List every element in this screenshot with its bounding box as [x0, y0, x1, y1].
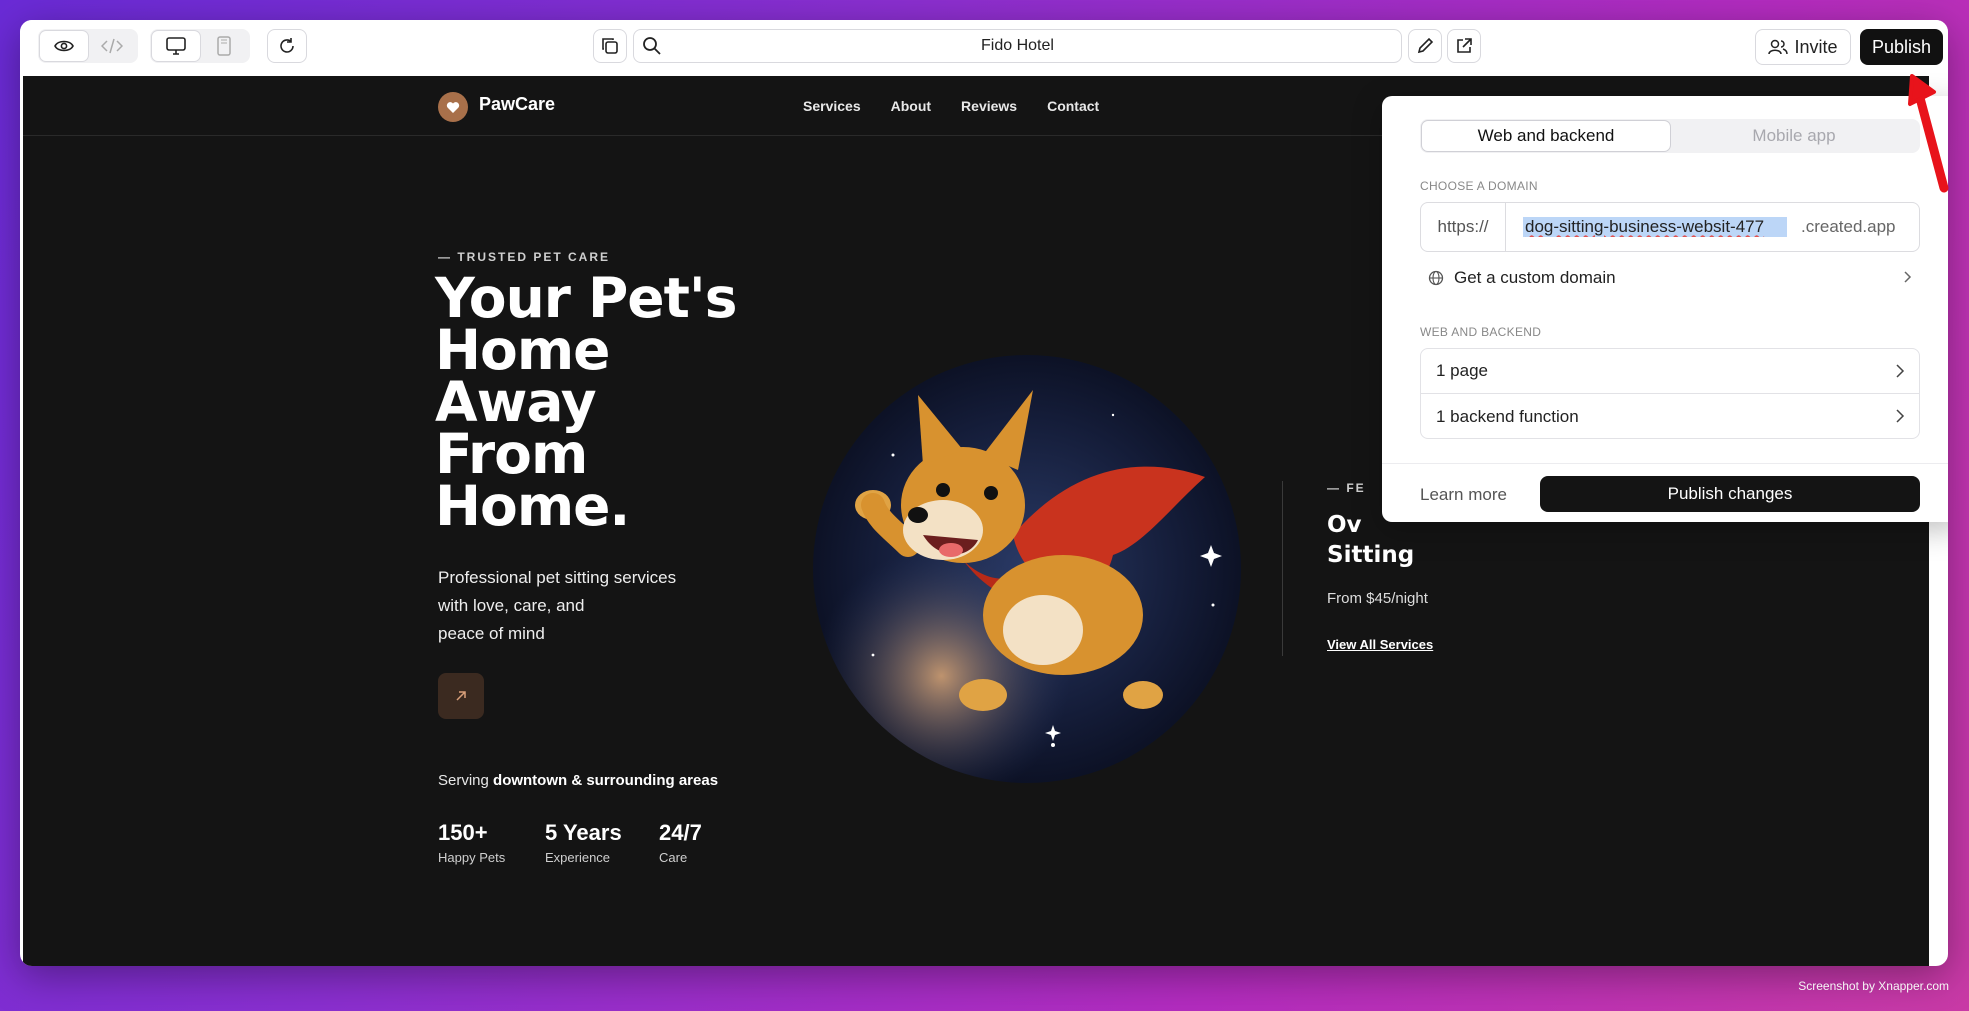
preview-button[interactable]: [40, 31, 88, 61]
heart-icon: [446, 101, 460, 113]
domain-suffix: .created.app: [1801, 217, 1896, 236]
nav-links: Services About Reviews Contact: [803, 98, 1099, 114]
stat-value: 5 Years: [545, 820, 622, 845]
domain-field[interactable]: https:// dog-sitting-business-websit-477…: [1420, 202, 1920, 252]
mobile-view-button[interactable]: [200, 31, 248, 61]
device-toggle: [150, 29, 250, 63]
custom-domain-label: Get a custom domain: [1454, 268, 1616, 287]
backend-section-label: WEB AND BACKEND: [1420, 325, 1542, 339]
stat-experience: 5 Years Experience: [545, 820, 622, 865]
domain-section-label: CHOOSE A DOMAIN: [1420, 179, 1538, 193]
stat-value: 24/7: [659, 820, 702, 845]
stat-label: Experience: [545, 850, 611, 865]
refresh-icon: [280, 38, 294, 53]
publish-button[interactable]: Publish: [1860, 29, 1943, 65]
popover-footer: Learn more Publish changes: [1382, 463, 1948, 522]
page-name: Fido Hotel: [981, 37, 1054, 54]
pages-row-label: 1 page: [1436, 361, 1488, 380]
chevron-right-icon: [1904, 271, 1912, 283]
hero-title-line: Home: [435, 318, 610, 382]
service-area: Serving downtown & surrounding areas: [438, 772, 718, 789]
stat-label: Happy Pets: [438, 850, 506, 865]
learn-more-link[interactable]: Learn more: [1420, 485, 1507, 505]
featured-title-line: Sitting: [1327, 542, 1415, 568]
hero-subtitle-line: Professional pet sitting services: [438, 568, 677, 587]
nav-contact[interactable]: Contact: [1047, 98, 1099, 114]
chevron-right-icon: [1896, 364, 1905, 378]
eye-icon: [54, 40, 74, 52]
open-external-button[interactable]: [1447, 29, 1481, 63]
featured-eyebrow: — FE: [1327, 481, 1366, 495]
tab-web-and-backend[interactable]: Web and backend: [1422, 121, 1670, 151]
backend-functions-row[interactable]: 1 backend function: [1421, 394, 1919, 439]
featured-price: From $45/night: [1327, 590, 1428, 607]
code-icon: [101, 38, 123, 54]
hero-title-line: From: [435, 422, 588, 486]
hero-title: Your Pet's Home Away From Home.: [435, 266, 815, 538]
hero-corgi-image: [813, 355, 1241, 783]
pencil-icon: [1417, 37, 1434, 54]
desktop-view-button[interactable]: [152, 31, 200, 61]
brand-name: PawCare: [479, 94, 556, 114]
resource-list: 1 page 1 backend function: [1420, 348, 1920, 439]
hero-cta-button[interactable]: [438, 673, 484, 719]
hero-subtitle: Professional pet sitting services with l…: [438, 564, 728, 648]
hero-title-line: Away: [435, 370, 597, 434]
invite-button[interactable]: Invite: [1755, 29, 1851, 65]
service-area-name: downtown & surrounding areas: [493, 772, 719, 789]
nav-about[interactable]: About: [891, 98, 931, 114]
stat-label: Care: [659, 850, 688, 865]
code-view-button[interactable]: [88, 31, 136, 61]
nav-services[interactable]: Services: [803, 98, 861, 114]
monitor-icon: [166, 37, 186, 55]
logo[interactable]: [438, 92, 468, 122]
view-all-services-link[interactable]: View All Services: [1327, 637, 1433, 652]
hero-subtitle-line: with love, care, and: [438, 596, 585, 615]
backend-functions-row-label: 1 backend function: [1436, 406, 1579, 426]
stat-care: 24/7 Care: [659, 820, 702, 865]
subdomain-input[interactable]: dog-sitting-business-websit-477: [1523, 217, 1787, 237]
domain-protocol: https://: [1421, 203, 1506, 251]
pages-row[interactable]: 1 page: [1421, 349, 1919, 394]
phone-icon: [217, 36, 231, 56]
hero-eyebrow: — TRUSTED PET CARE: [438, 250, 611, 264]
duplicate-button[interactable]: [593, 29, 627, 63]
tab-mobile-app[interactable]: Mobile app: [1670, 121, 1918, 151]
arrow-up-right-icon: [456, 691, 466, 701]
custom-domain-link[interactable]: Get a custom domain: [1420, 262, 1920, 294]
editor-toolbar: Fido Hotel Invite Publish: [20, 20, 1948, 76]
invite-label: Invite: [1794, 36, 1838, 57]
service-area-prefix: Serving: [438, 772, 489, 789]
globe-icon: [1428, 270, 1444, 286]
users-icon: [1768, 39, 1789, 55]
hero-title-line: Home.: [435, 474, 630, 538]
view-mode-toggle: [38, 29, 138, 63]
hero-subtitle-line: peace of mind: [438, 624, 545, 643]
chevron-right-icon: [1896, 409, 1905, 423]
hero-title-line: Your Pet's: [435, 266, 737, 330]
edit-button[interactable]: [1408, 29, 1442, 63]
stat-happy-pets: 150+ Happy Pets: [438, 820, 505, 865]
annotation-arrow-icon: [1908, 74, 1949, 193]
refresh-button[interactable]: [267, 29, 307, 63]
watermark: Screenshot by Xnapper.com: [1798, 979, 1949, 993]
publish-changes-button[interactable]: Publish changes: [1540, 476, 1920, 512]
browser-window: Fido Hotel Invite Publish PawCare Servic…: [20, 20, 1948, 966]
nav-reviews[interactable]: Reviews: [961, 98, 1017, 114]
copy-icon: [602, 38, 618, 54]
stat-value: 150+: [438, 820, 488, 845]
section-divider: [1282, 481, 1283, 656]
external-link-icon: [1457, 38, 1472, 53]
publish-popover: Web and backend Mobile app CHOOSE A DOMA…: [1382, 96, 1948, 522]
platform-toggle: Web and backend Mobile app: [1420, 119, 1920, 153]
address-bar[interactable]: Fido Hotel: [633, 29, 1402, 63]
